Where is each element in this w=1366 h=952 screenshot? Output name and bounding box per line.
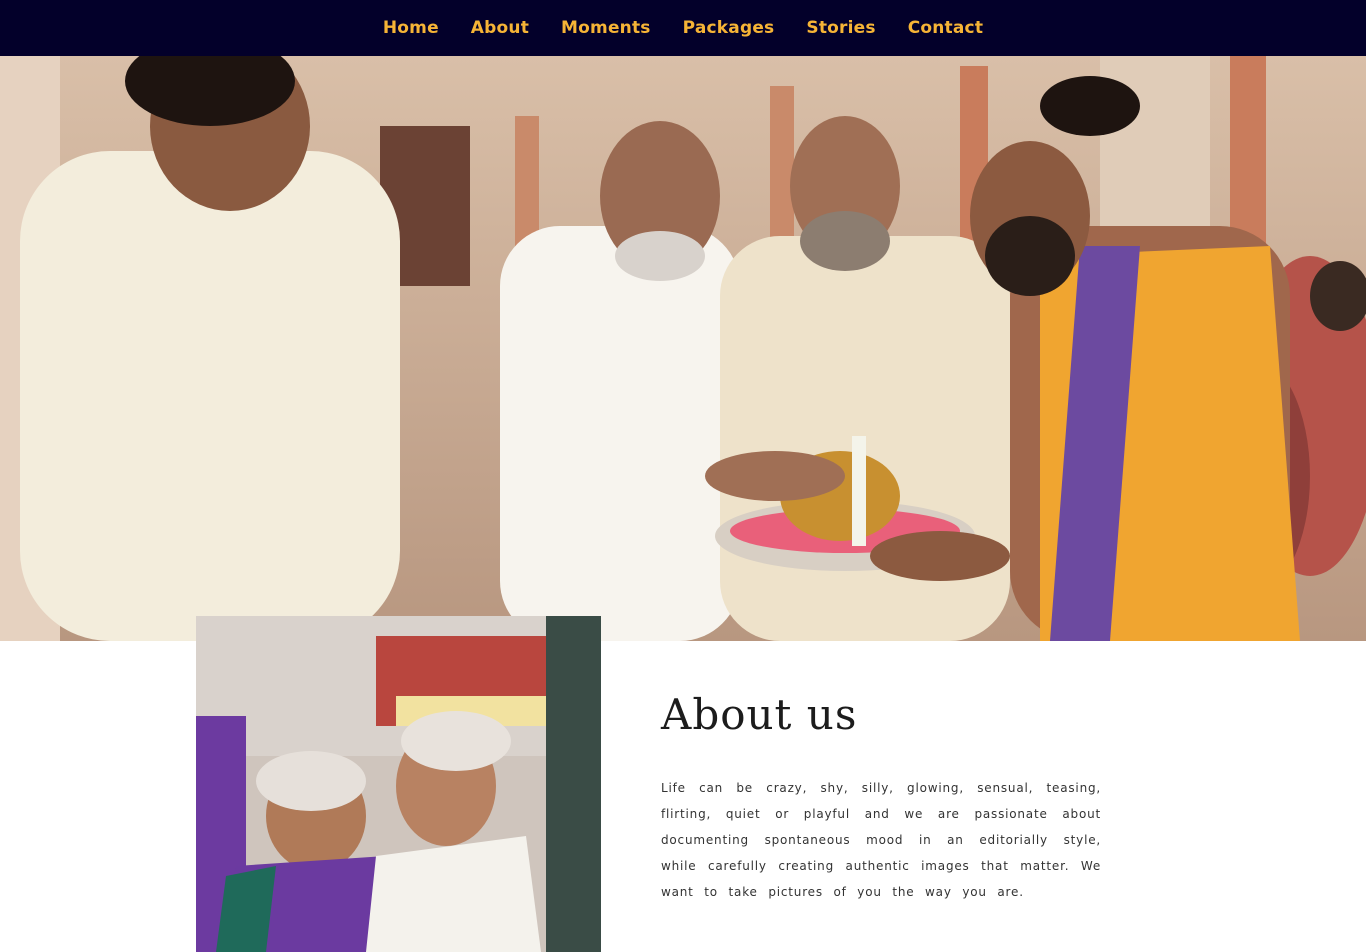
nav-about-link[interactable]: About (471, 18, 529, 38)
couple-photo-illustration (196, 616, 601, 952)
nav-stories-link[interactable]: Stories (806, 18, 875, 38)
nav-moments-link[interactable]: Moments (561, 18, 651, 38)
about-section: About us Life can be crazy, shy, silly, … (661, 690, 1101, 905)
nav-packages-link[interactable]: Packages (683, 18, 775, 38)
about-title: About us (661, 690, 858, 739)
top-navbar: Home About Moments Packages Stories Cont… (0, 0, 1366, 56)
couple-photo (196, 616, 601, 952)
nav-home-link[interactable]: Home (383, 18, 439, 38)
hero-photo (0, 56, 1366, 641)
hero-photo-illustration (0, 56, 1366, 641)
nav-links: Home About Moments Packages Stories Cont… (383, 18, 983, 38)
about-description: Life can be crazy, shy, silly, glowing, … (661, 781, 1101, 899)
nav-contact-link[interactable]: Contact (908, 18, 983, 38)
